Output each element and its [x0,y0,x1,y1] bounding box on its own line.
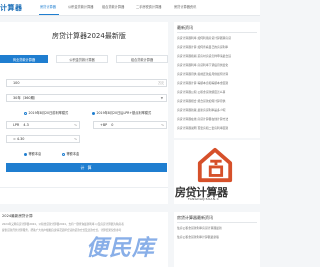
chevron-down-icon: ▼ [160,96,163,100]
bp-label: +BP [100,123,108,127]
lpr-label: LPR [13,123,20,127]
page-title: 房贷计算器2024最新版 [52,32,126,40]
calculate-button[interactable]: 计 算 [6,163,167,172]
brand-ad[interactable]: 房贷计算器 FANGDAIJISUAN.C [174,140,260,204]
radio-dot-selected-icon [24,152,27,156]
bp-value: 0 [111,123,114,127]
calculator-panel: 房贷计算器2024最新版 商业贷款计算器 公积金贷款计算器 组合贷款计算器 10… [0,22,168,204]
top-navbar: 计算器 房贷计算器 公积金贷款计算器 组合贷款计算器 二手房税费计算器 房贷计算… [0,0,260,16]
radio-dot-icon [24,111,27,115]
lpr-unit: % [74,123,77,127]
radio-equal-installment[interactable]: 等额本息 [24,151,41,156]
bp-unit: % [161,123,164,127]
loan-amount-unit: 万元 [157,81,164,85]
nav-item-secondhand-tax[interactable]: 二手房税费计算器 [136,4,162,9]
divider [0,187,168,188]
radio-old-rate-label: 2019年8月20日前利率模式 [28,111,69,115]
intro-title: 2024最新房贷计算 [2,214,33,218]
news-item[interactable]: 房贷计算器公积 公积金贷款额度怎么算 [177,90,259,94]
lpr-value: 4.3 [23,123,29,127]
nav-item-fund-calculator[interactable]: 公积金贷款计算器 [68,4,94,9]
radio-old-rate-mode[interactable]: 2019年8月20日前利率模式 [24,110,68,115]
news-item[interactable]: 房贷计算器月供 提前还款后月供如何计算 [177,72,259,76]
radio-dot-selected-icon [92,111,95,115]
final-rate-field: = 4.30 % [6,135,80,143]
radio-equal-installment-label: 等额本息 [28,152,42,156]
news-item[interactable]: 房贷计算器计算 等额本息和等额本金区别 [177,81,259,85]
news-item[interactable]: 房贷计算器利率 房贷利率下调后月供变化 [177,63,259,67]
divider [177,222,257,223]
nav-item-news[interactable]: 房贷计算器资讯 [174,4,196,9]
radio-equal-principal[interactable]: 等额本金 [62,151,79,156]
final-rate-unit: % [74,137,77,141]
active-nav-indicator [39,14,59,15]
news-item[interactable]: 房贷计算器在线 房贷计算器在线计算方法 [177,117,259,121]
loan-amount-value: 100 [13,81,20,85]
news-item[interactable]: 房贷计算器计算 如何查看自己的房贷利率 [177,45,259,49]
loan-term-select[interactable]: 30年（360期） ▼ [6,94,167,102]
tab-fund-loan[interactable]: 公积金贷款计算器 [56,55,108,63]
news-item[interactable]: 房贷计算器新版 最新房贷利率是多少呢 [177,108,259,112]
bp-field[interactable]: +BP 0 % [93,121,167,129]
loan-amount-field[interactable]: 100 万元 [6,79,167,87]
news-item[interactable]: 房贷计算器利率 如何利用房贷计算器算房贷 [177,36,259,40]
nav-item-mortgage-calculator[interactable]: 房贷计算器 [40,4,56,9]
sidebar-news: 最新资讯 房贷计算器利率 如何利用房贷计算器算房贷 房贷计算器计算 如何查看自己… [174,22,260,138]
site-logo[interactable]: 计算器 [0,3,23,13]
radio-lpr-rate-label: 2019年8月20日后LPR+基点利率模式 [96,111,152,115]
lpr-field[interactable]: LPR 4.3 % [6,121,80,129]
sidebar-title: 最新资讯 [177,25,193,30]
loan-term-value: 30年（360期） [13,96,38,100]
sidebar-latest-news: 房贷计算器最新资讯 住房公积金贷款利率房贷计算器最新 住房公积金贷款利率计算器最… [174,212,260,267]
radio-lpr-rate-mode[interactable]: 2019年8月20日后LPR+基点利率模式 [92,110,151,115]
sidebar-title: 房贷计算器最新资讯 [177,215,213,220]
divider [177,32,257,33]
news-item[interactable]: 住房公积金贷款利率计算器最新版 [177,235,259,239]
radio-equal-principal-label: 等额本金 [66,152,80,156]
intro-paragraph: 2024年又称房贷计算器2024，公积金贷款计算器2024，支持一键查询最新利率… [2,223,124,226]
house-logo-icon [197,147,233,183]
watermark: 便民库 [86,236,156,261]
news-item[interactable]: 房贷计算器按揭 买房时房贷怎样申请最合适 [177,54,259,58]
news-item[interactable]: 房贷计算器说明 首套房和二套房利率区别 [177,126,259,130]
news-item[interactable]: 住房公积金贷款利率房贷计算器最新 [177,226,259,230]
news-item[interactable]: 房贷计算器组合 组合贷款如何计算月供 [177,99,259,103]
ad-domain: FANGDAIJISUAN.C [188,197,219,201]
final-rate-value: = 4.30 [13,137,25,141]
tab-combo-loan[interactable]: 组合贷款计算器 [116,55,168,63]
radio-dot-icon [62,152,65,156]
tab-commercial-loan[interactable]: 商业贷款计算器 [0,55,48,63]
nav-item-combo-calculator[interactable]: 组合贷款计算器 [102,4,124,9]
